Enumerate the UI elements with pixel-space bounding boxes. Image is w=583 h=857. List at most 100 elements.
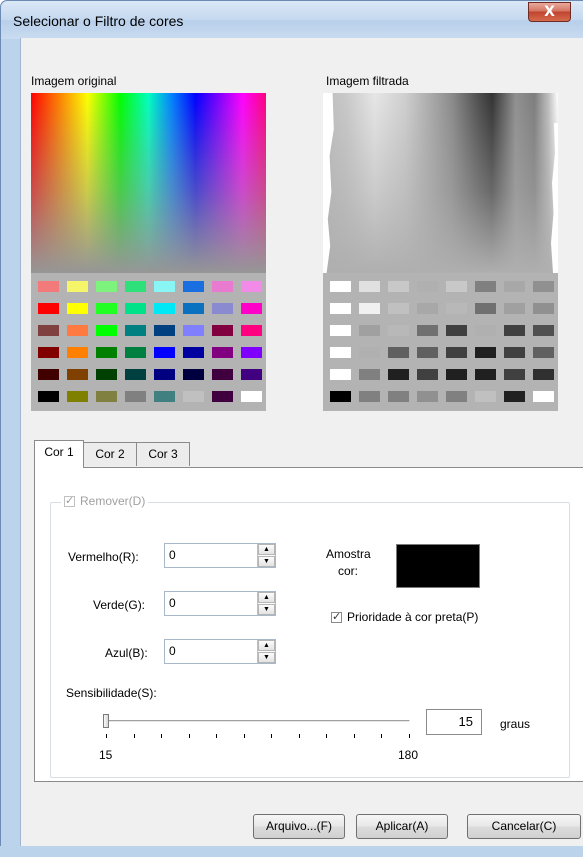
original-swatch <box>125 303 146 314</box>
red-input[interactable]: 0 <box>169 548 176 562</box>
original-image-preview <box>31 93 266 411</box>
filtered-swatch <box>330 369 351 380</box>
original-swatch <box>96 281 117 292</box>
original-swatch <box>125 325 146 336</box>
red-spin-down-icon[interactable]: ▼ <box>258 556 275 567</box>
filtered-swatch <box>475 391 496 402</box>
dialog-client: Imagem original Imagem filtrada Cor 1 Co… <box>20 38 583 857</box>
file-button[interactable]: Arquivo...(F) <box>253 814 345 839</box>
sample-color-label-line1: Amostra <box>326 547 371 561</box>
filtered-swatch <box>388 281 409 292</box>
black-priority-checkbox-box[interactable] <box>331 610 342 623</box>
filtered-swatch <box>475 369 496 380</box>
remove-checkbox-box[interactable] <box>64 494 75 507</box>
slider-tick <box>408 734 410 738</box>
filtered-swatch <box>417 391 438 402</box>
filtered-swatch <box>359 391 380 402</box>
original-swatch <box>96 391 117 402</box>
slider-tick <box>106 734 107 738</box>
blue-spin-up-icon[interactable]: ▲ <box>258 640 275 651</box>
original-swatch <box>125 347 146 358</box>
cancel-button[interactable]: Cancelar(C) <box>467 814 581 839</box>
blue-spinbox[interactable]: 0 ▲ ▼ <box>164 639 276 664</box>
original-swatch <box>212 391 233 402</box>
original-swatch <box>67 325 88 336</box>
filtered-swatch <box>330 391 351 402</box>
green-input[interactable]: 0 <box>169 596 176 610</box>
original-swatch <box>212 303 233 314</box>
filtered-swatch <box>388 325 409 336</box>
original-swatch <box>241 325 262 336</box>
tab-panel: Remover(D) Vermelho(R): 0 ▲ ▼ Verde(G): … <box>34 467 583 782</box>
original-swatch <box>154 281 175 292</box>
remove-checkbox-label: Remover(D) <box>80 494 146 508</box>
filtered-swatch <box>504 369 525 380</box>
sensitivity-slider-thumb[interactable] <box>103 714 109 728</box>
original-swatch <box>241 281 262 292</box>
remove-checkbox[interactable]: Remover(D) <box>61 494 149 508</box>
filtered-gradient <box>323 93 558 273</box>
filtered-swatch <box>330 347 351 358</box>
filtered-swatch <box>475 303 496 314</box>
original-swatch <box>67 391 88 402</box>
filtered-swatch <box>504 281 525 292</box>
green-spin-down-icon[interactable]: ▼ <box>258 604 275 615</box>
close-button[interactable]: X <box>528 2 571 22</box>
green-spin-buttons: ▲ ▼ <box>257 592 275 615</box>
window-bottom-frame <box>0 846 583 857</box>
original-swatch <box>96 303 117 314</box>
filtered-swatch <box>330 325 351 336</box>
slider-tick <box>243 734 245 738</box>
filtered-swatch <box>330 303 351 314</box>
filtered-swatch <box>446 303 467 314</box>
sensitivity-max-label: 180 <box>398 748 419 762</box>
tab-cor-3[interactable]: Cor 3 <box>136 442 190 466</box>
cancel-button-label: Cancelar(C) <box>491 819 557 833</box>
blue-input[interactable]: 0 <box>169 644 176 658</box>
filtered-swatch <box>475 347 496 358</box>
sensitivity-value-box: 15 <box>426 709 482 735</box>
slider-tick <box>188 734 190 738</box>
sensitivity-label: Sensibilidade(S): <box>66 686 157 700</box>
remove-groupbox <box>50 502 570 778</box>
filtered-swatch <box>330 281 351 292</box>
black-priority-checkbox[interactable]: Prioridade à cor preta(P) <box>331 610 478 624</box>
blue-label: Azul(B): <box>105 646 148 660</box>
original-swatch <box>154 347 175 358</box>
original-image-label: Imagem original <box>31 74 117 88</box>
original-swatch <box>125 391 146 402</box>
filtered-swatch <box>533 369 554 380</box>
green-spin-up-icon[interactable]: ▲ <box>258 592 275 603</box>
slider-tick <box>161 734 162 738</box>
original-swatch <box>125 281 146 292</box>
original-swatch <box>241 303 262 314</box>
original-swatch <box>38 347 59 358</box>
tab-cor-1[interactable]: Cor 1 <box>34 440 84 468</box>
title-bar[interactable]: Selecionar o Filtro de cores X <box>1 1 583 39</box>
filtered-swatch <box>504 391 525 402</box>
sensitivity-track[interactable] <box>105 720 410 723</box>
filtered-swatch <box>533 303 554 314</box>
filtered-swatch <box>417 347 438 358</box>
original-swatch <box>183 325 204 336</box>
blue-spin-down-icon[interactable]: ▼ <box>258 652 275 663</box>
file-button-label: Arquivo...(F) <box>265 819 332 833</box>
red-spin-buttons: ▲ ▼ <box>257 544 275 567</box>
red-spinbox[interactable]: 0 ▲ ▼ <box>164 543 276 568</box>
original-swatch <box>183 303 204 314</box>
tab-cor-2[interactable]: Cor 2 <box>83 442 137 466</box>
apply-button[interactable]: Aplicar(A) <box>356 814 448 839</box>
original-swatch <box>212 281 233 292</box>
filtered-swatch <box>533 325 554 336</box>
filtered-swatch <box>388 369 409 380</box>
filtered-swatch <box>446 391 467 402</box>
filtered-swatch <box>417 325 438 336</box>
filtered-swatch <box>446 325 467 336</box>
green-spinbox[interactable]: 0 ▲ ▼ <box>164 591 276 616</box>
sensitivity-unit: graus <box>500 717 531 731</box>
filtered-swatch <box>504 303 525 314</box>
red-spin-up-icon[interactable]: ▲ <box>258 544 275 555</box>
filtered-swatch <box>475 281 496 292</box>
filtered-swatch <box>417 303 438 314</box>
original-swatch <box>38 369 59 380</box>
